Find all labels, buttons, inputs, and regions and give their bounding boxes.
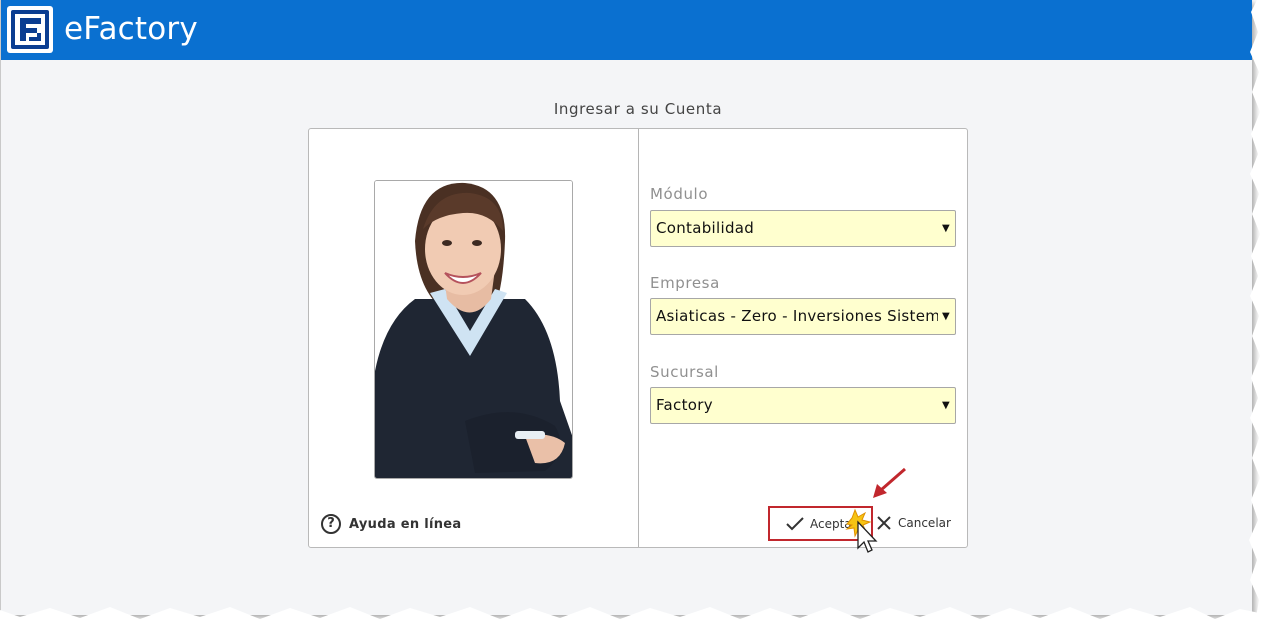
chevron-down-icon: ▼ [942,400,950,411]
company-select[interactable]: Asiaticas - Zero - Inversiones Sistemas … [650,298,956,335]
app-title: eFactory [64,11,198,47]
chevron-down-icon: ▼ [942,223,950,234]
help-circle-icon: ? [321,514,341,534]
online-help-link[interactable]: ? Ayuda en línea [321,513,462,535]
card-divider [638,129,639,547]
top-bar: eFactory [1,0,1252,60]
module-value: Contabilidad [656,219,755,237]
red-arrow-icon [873,467,906,498]
online-help-label: Ayuda en línea [349,516,462,532]
branch-select[interactable]: Factory ▼ [650,387,956,424]
company-label: Empresa [650,274,720,292]
efactory-logo-icon [7,6,53,53]
login-heading: Ingresar a su Cuenta [553,100,723,118]
module-label: Módulo [650,185,709,203]
chevron-down-icon: ▼ [942,311,950,322]
checkmark-icon [786,516,804,530]
module-select[interactable]: Contabilidad ▼ [650,210,956,247]
user-photo [374,180,573,479]
branch-value: Factory [656,396,713,414]
branch-label: Sucursal [650,363,719,381]
app-window: eFactory Ingresar a su Cuenta ? Ayuda en… [0,0,1252,615]
cancel-label: Cancelar [898,516,951,530]
mouse-cursor-icon [845,508,878,553]
cancel-button[interactable]: Cancelar [876,512,951,534]
company-value: Asiaticas - Zero - Inversiones Sistemas [656,307,938,325]
